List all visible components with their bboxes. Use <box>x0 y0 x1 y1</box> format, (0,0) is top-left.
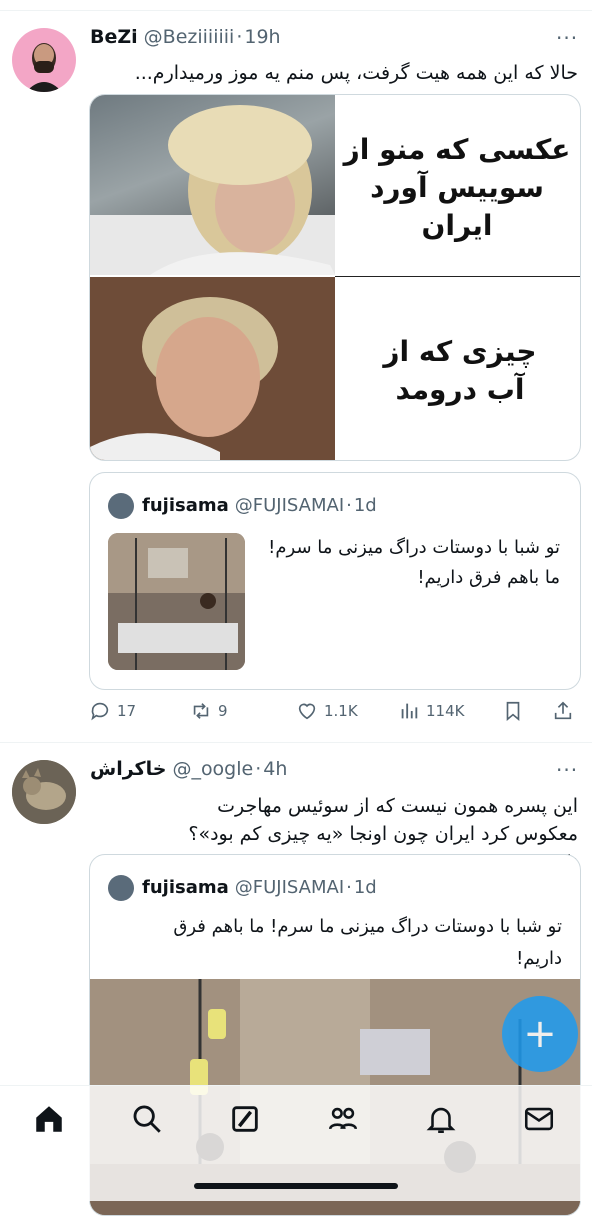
media-card[interactable]: عکسی که منو از سوییس آورد ایران چیزی که … <box>89 94 581 461</box>
quote-text: تو شبا با دوستات دراگ میزنی ما سرم! ما ب… <box>268 537 560 588</box>
quote-author-name[interactable]: fujisama <box>142 495 229 516</box>
views-count: 114K <box>426 702 465 720</box>
share-icon <box>554 701 572 720</box>
views-button[interactable]: 114K <box>398 700 464 722</box>
heart-icon <box>298 703 316 720</box>
messages-icon[interactable] <box>522 1102 556 1136</box>
quote-thumbnail[interactable] <box>108 533 245 670</box>
grok-icon[interactable] <box>228 1102 262 1136</box>
quote-author-name[interactable]: fujisama <box>142 877 229 898</box>
bezi-avatar[interactable] <box>12 28 76 92</box>
quote-timestamp[interactable]: 1d <box>354 495 377 516</box>
fujisama-avatar[interactable] <box>108 875 134 901</box>
meme-caption-top: عکسی که منو از سوییس آورد ایران <box>343 133 571 242</box>
quote-text: تو شبا با دوستات دراگ میزنی ما سرم! ما ب… <box>173 916 562 969</box>
separator-dot: · <box>346 495 352 516</box>
author-handle[interactable]: @_oogle <box>172 758 253 780</box>
author-name[interactable]: خاکراش <box>90 758 166 780</box>
retweet-icon <box>193 703 209 719</box>
reply-icon <box>91 702 109 721</box>
separator-dot: · <box>346 877 352 898</box>
share-button[interactable] <box>552 700 580 722</box>
meme-caption-bottom: چیزی که از آب درومد <box>383 335 537 406</box>
separator-dot: · <box>236 26 243 48</box>
views-icon <box>401 703 418 719</box>
tweet-divider <box>0 742 592 743</box>
home-indicator <box>194 1183 398 1189</box>
meme-divider <box>335 276 580 277</box>
reply-button[interactable]: 17 <box>89 700 136 722</box>
bookmark-icon <box>506 701 520 722</box>
reply-count: 17 <box>117 702 137 720</box>
author-handle[interactable]: @Beziiiiiii <box>144 26 235 48</box>
separator-dot: · <box>255 758 262 780</box>
author-name[interactable]: BeZi <box>90 26 138 48</box>
tweet-timestamp[interactable]: 4h <box>263 758 287 780</box>
meme-photo-top <box>90 95 335 275</box>
meme-photo-bottom <box>90 277 335 460</box>
top-divider <box>0 10 592 11</box>
more-horizontal-icon[interactable]: ··· <box>556 758 578 782</box>
quote-timestamp[interactable]: 1d <box>354 877 377 898</box>
more-horizontal-icon[interactable]: ··· <box>556 26 578 50</box>
fujisama-avatar[interactable] <box>108 493 134 519</box>
home-icon[interactable] <box>32 1102 66 1136</box>
compose-button[interactable]: + <box>502 996 578 1072</box>
retweet-count: 9 <box>218 702 228 720</box>
communities-icon[interactable] <box>326 1102 360 1136</box>
quote-author-handle[interactable]: @FUJISAMAI <box>235 495 344 516</box>
retweet-button[interactable]: 9 <box>190 700 228 722</box>
tweet-text: حالا که این همه هیت گرفت، پس منم یه موز … <box>134 62 578 84</box>
notifications-icon[interactable] <box>424 1102 458 1136</box>
tweet-timestamp[interactable]: 19h <box>244 26 280 48</box>
search-icon[interactable] <box>130 1102 164 1136</box>
like-button[interactable]: 1.1K <box>296 700 358 722</box>
bookmark-button[interactable] <box>502 700 530 722</box>
quote-tweet-card[interactable]: fujisama @FUJISAMAI · 1d تو شبا با دوستا… <box>89 472 581 690</box>
like-count: 1.1K <box>324 702 358 720</box>
khakrash-avatar[interactable] <box>12 760 76 824</box>
quote-author-handle[interactable]: @FUJISAMAI <box>235 877 344 898</box>
plus-icon: + <box>523 1011 557 1057</box>
